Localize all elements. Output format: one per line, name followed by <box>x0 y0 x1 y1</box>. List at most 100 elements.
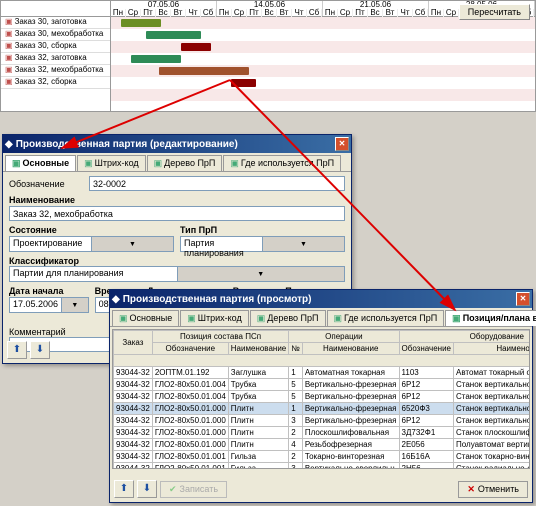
tab[interactable]: ▣Где используется ПрП <box>223 155 341 171</box>
col-order[interactable]: Заказ <box>114 331 153 355</box>
close-icon[interactable]: ✕ <box>516 292 530 306</box>
designation-input[interactable] <box>89 176 345 191</box>
cell: 6Р12 <box>399 391 453 403</box>
cell: ГЛО2-80x50.01.000 <box>152 415 228 427</box>
nav-up-button[interactable]: ⬆ <box>114 480 134 498</box>
nav-down-button[interactable]: ⬇ <box>30 341 50 359</box>
cell: Станок вертикально-фрезерный кон <box>454 379 531 391</box>
cell: Вертикально-фрезерная <box>302 415 399 427</box>
x-icon: ✕ <box>467 484 475 495</box>
tab[interactable]: ▣Позиция/плана в ПрП <box>445 310 536 326</box>
cell: ГЛО2-80x50.01.004 <box>152 379 228 391</box>
cell: Трубка <box>228 391 288 403</box>
gantt-bar[interactable] <box>159 67 249 75</box>
gantt-task-row[interactable]: Заказ 30, сборка <box>1 41 110 53</box>
nav-up-button[interactable]: ⬆ <box>7 341 27 359</box>
table-row[interactable]: 93044-32ГЛО2-80x50.01.000Плитн2Плоскошли… <box>114 427 531 439</box>
chevron-down-icon[interactable]: ▼ <box>91 237 173 251</box>
table-row[interactable]: 93044-32ГЛО2-80x50.01.000Плитн1Вертикаль… <box>114 403 531 415</box>
app-icon: ◆ <box>5 139 13 150</box>
gantt-bar[interactable] <box>181 43 211 51</box>
cell: Заглушка <box>228 367 288 379</box>
gantt-bar[interactable] <box>146 31 201 39</box>
cell: Станок радиально-сверлильный пер <box>454 463 531 470</box>
cell: 16Б16А <box>399 451 453 463</box>
cell: 6Р12 <box>399 415 453 427</box>
name-input[interactable] <box>9 206 345 221</box>
gantt-task-row[interactable]: Заказ 32, мехобработка <box>1 65 110 77</box>
col-ops-group: Операции <box>289 331 399 343</box>
table-row[interactable]: 93044-32ГЛО2-80x50.01.000Плитн3Вертикаль… <box>114 415 531 427</box>
chevron-down-icon[interactable]: ▼ <box>177 267 345 281</box>
classifier-combo[interactable]: Партии для планирования ▼ <box>9 266 345 282</box>
window-title: Производственная партия (просмотр) <box>123 294 515 305</box>
gantt-date-column: 21.05.06ПнСрПтВсВтЧтСб <box>323 1 429 16</box>
tab-icon: ▣ <box>452 313 461 323</box>
cell: Станок вертикально-фрезерный с Ч <box>454 403 531 415</box>
tab[interactable]: ▣Дерево ПрП <box>250 310 326 326</box>
tab[interactable]: ▣Штрих-код <box>77 155 146 171</box>
cancel-button[interactable]: ✕Отменить <box>458 481 528 498</box>
window-title: Производственная партия (редактирование) <box>16 139 334 150</box>
start-date-input[interactable]: 17.05.2006▼ <box>9 297 89 313</box>
state-combo[interactable]: Проектирование ▼ <box>9 236 174 252</box>
cell: 1 <box>289 403 303 415</box>
cell: 93044-32 <box>114 367 153 379</box>
cell: ГЛО2-80x50.01.000 <box>152 427 228 439</box>
tab[interactable]: ▣Основные <box>112 310 179 326</box>
start-date-value: 17.05.2006 <box>10 298 61 312</box>
tab[interactable]: ▣Дерево ПрП <box>147 155 223 171</box>
col-eq-name[interactable]: Наименование <box>454 343 531 355</box>
gantt-bar[interactable] <box>131 55 181 63</box>
type-combo[interactable]: Партия планирования ▼ <box>180 236 345 252</box>
col-num[interactable]: № <box>289 343 303 355</box>
cell: Вертикально-фрезерная <box>302 403 399 415</box>
tab-icon: ▣ <box>334 313 343 323</box>
table-row[interactable]: 93044-32ГЛО2-80x50.01.004Трубка5Вертикал… <box>114 379 531 391</box>
gantt-task-row[interactable]: Заказ 30, мехобработка <box>1 29 110 41</box>
cell: 5 <box>289 379 303 391</box>
table-row[interactable]: 93044-32ГЛО2-80x50.01.000Плитн4Резьбофре… <box>114 439 531 451</box>
col-name[interactable]: Наименование <box>228 343 288 355</box>
cell: 93044-32 <box>114 403 153 415</box>
tab[interactable]: ▣Основные <box>5 155 76 171</box>
label-comment: Комментарий <box>9 327 66 337</box>
gantt-bar[interactable] <box>121 19 161 27</box>
col-labor[interactable]: трудоемкость <box>114 355 531 367</box>
gantt-bar[interactable] <box>231 79 256 87</box>
cell: 93044-32 <box>114 439 153 451</box>
apply-button: ✔Записать <box>160 481 227 498</box>
cell: Вертикально-сверлильн <box>302 463 399 470</box>
chevron-down-icon[interactable]: ▼ <box>61 298 88 312</box>
titlebar: ◆ Производственная партия (просмотр) ✕ <box>110 290 532 308</box>
nav-down-button[interactable]: ⬇ <box>137 480 157 498</box>
table-row[interactable]: 93044-32ГЛО2-80x50.01.004Трубка5Вертикал… <box>114 391 531 403</box>
titlebar: ◆ Производственная партия (редактировани… <box>3 135 351 153</box>
gantt-task-row[interactable]: Заказ 32, сборка <box>1 77 110 89</box>
gantt-task-row[interactable]: Заказ 32, заготовка <box>1 53 110 65</box>
tab[interactable]: ▣Где используется ПрП <box>327 310 445 326</box>
cell: Станок токарно-винторезный особо <box>454 451 531 463</box>
gantt-task-row[interactable]: Заказ 30, заготовка <box>1 17 110 29</box>
tabs: ▣Основные▣Штрих-код▣Дерево ПрП▣Где испол… <box>3 153 351 172</box>
col-op-name[interactable]: Наименование <box>302 343 399 355</box>
table-row[interactable]: 93044-322ОПТМ.01.192Заглушка1Автоматная … <box>114 367 531 379</box>
label-start-date: Дата начала <box>9 286 89 296</box>
table-row[interactable]: 93044-32ГЛО2-80x50.01.001Гильза2Токарно-… <box>114 451 531 463</box>
chevron-down-icon[interactable]: ▼ <box>262 237 344 251</box>
tab[interactable]: ▣Штрих-код <box>180 310 249 326</box>
col-designation[interactable]: Обозначение <box>152 343 228 355</box>
gantt-date-column: 07.05.06ПнСрПтВсВтЧтСб <box>111 1 217 16</box>
cell: ГЛО2-80x50.01.004 <box>152 391 228 403</box>
cell: 3 <box>289 463 303 470</box>
cell: 2ОПТМ.01.192 <box>152 367 228 379</box>
table-row[interactable]: 93044-32ГЛО2-80x50.01.001Гильза3Вертикал… <box>114 463 531 470</box>
recalc-button[interactable]: Пересчитать <box>459 4 530 20</box>
cell: ГЛО2-80x50.01.001 <box>152 463 228 470</box>
cell: Плитн <box>228 427 288 439</box>
col-eq-designation[interactable]: Обозначение <box>399 343 453 355</box>
tab-icon: ▣ <box>257 313 266 323</box>
cell: 6Р12 <box>399 379 453 391</box>
cell: Станок вертикально-фрезерный кон <box>454 415 531 427</box>
close-icon[interactable]: ✕ <box>335 137 349 151</box>
